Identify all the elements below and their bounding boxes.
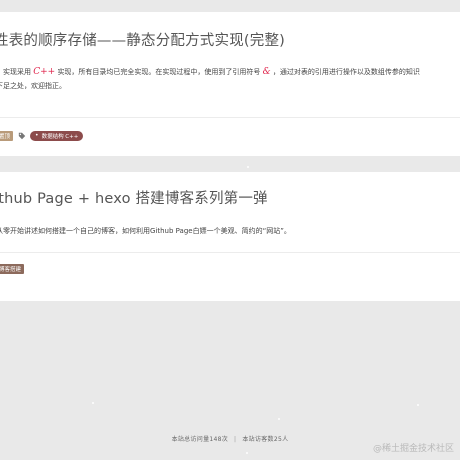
tag-icon-graphic — [18, 132, 25, 140]
post-title-link[interactable]: ithub Page + hexo 搭建博客系列第一弹 — [0, 187, 268, 208]
watermark: @稀土掘金技术社区 — [372, 444, 454, 454]
post-meta: 置顶 • 数据结构 C++ — [0, 131, 84, 141]
card-divider — [0, 117, 460, 118]
excerpt-line: 下足之处，欢迎指正。 — [0, 82, 66, 90]
category-badge[interactable]: 博客搭建 — [0, 264, 25, 274]
post-meta: 博客搭建 — [0, 264, 25, 274]
sparkle-decoration — [247, 166, 249, 168]
cpp-math-symbol: C++ — [33, 67, 56, 77]
sparkle-decoration — [92, 402, 94, 404]
card-divider — [0, 252, 460, 253]
footer-separator: | — [234, 436, 237, 443]
post-excerpt: ，实现采用 C++ 实现，所有目录均已完全实现。在实现过程中，使用到了引用符号 … — [0, 65, 460, 93]
excerpt-line: ，实现采用 C++ 实现，所有目录均已完全实现。在实现过程中，使用到了引用符号 … — [0, 65, 460, 79]
sparkle-decoration — [417, 404, 419, 406]
bullet-icon: • — [35, 132, 39, 139]
excerpt-text: 实现，所有目录均已完全实现。在实现过程中，使用到了引用符号 — [57, 68, 261, 76]
excerpt-text: ，通过对表的引用进行操作以及数组传参的知识 — [272, 68, 420, 76]
tag-icon — [17, 132, 26, 141]
excerpt-text: ，实现采用 — [0, 68, 31, 76]
ampersand-math-symbol: & — [262, 67, 271, 77]
sparkle-decoration — [278, 418, 280, 420]
post-title-link[interactable]: 性表的顺序存储——静态分配方式实现(完整) — [0, 29, 285, 50]
post-card: 性表的顺序存储——静态分配方式实现(完整) ，实现采用 C++ 实现，所有目录均… — [0, 12, 460, 156]
tag-label: 数据结构 C++ — [41, 134, 79, 140]
tag-badge[interactable]: • 数据结构 C++ — [30, 131, 84, 141]
category-badge[interactable]: 置顶 — [0, 131, 14, 141]
total-views: 本站总访问量148次 — [171, 436, 229, 443]
post-card: ithub Page + hexo 搭建博客系列第一弹 从零开始讲述如何搭建一个… — [0, 172, 460, 301]
excerpt-line: 从零开始讲述如何搭建一个自己的博客，如何利用Github Page白嫖一个美观、… — [0, 227, 291, 235]
blog-post-list-page: 性表的顺序存储——静态分配方式实现(完整) ，实现采用 C++ 实现，所有目录均… — [0, 0, 460, 460]
post-excerpt: 从零开始讲述如何搭建一个自己的博客，如何利用Github Page白嫖一个美观、… — [0, 224, 460, 238]
sparkle-decoration — [246, 452, 248, 454]
visitor-count: 本站访客数25人 — [242, 436, 289, 443]
